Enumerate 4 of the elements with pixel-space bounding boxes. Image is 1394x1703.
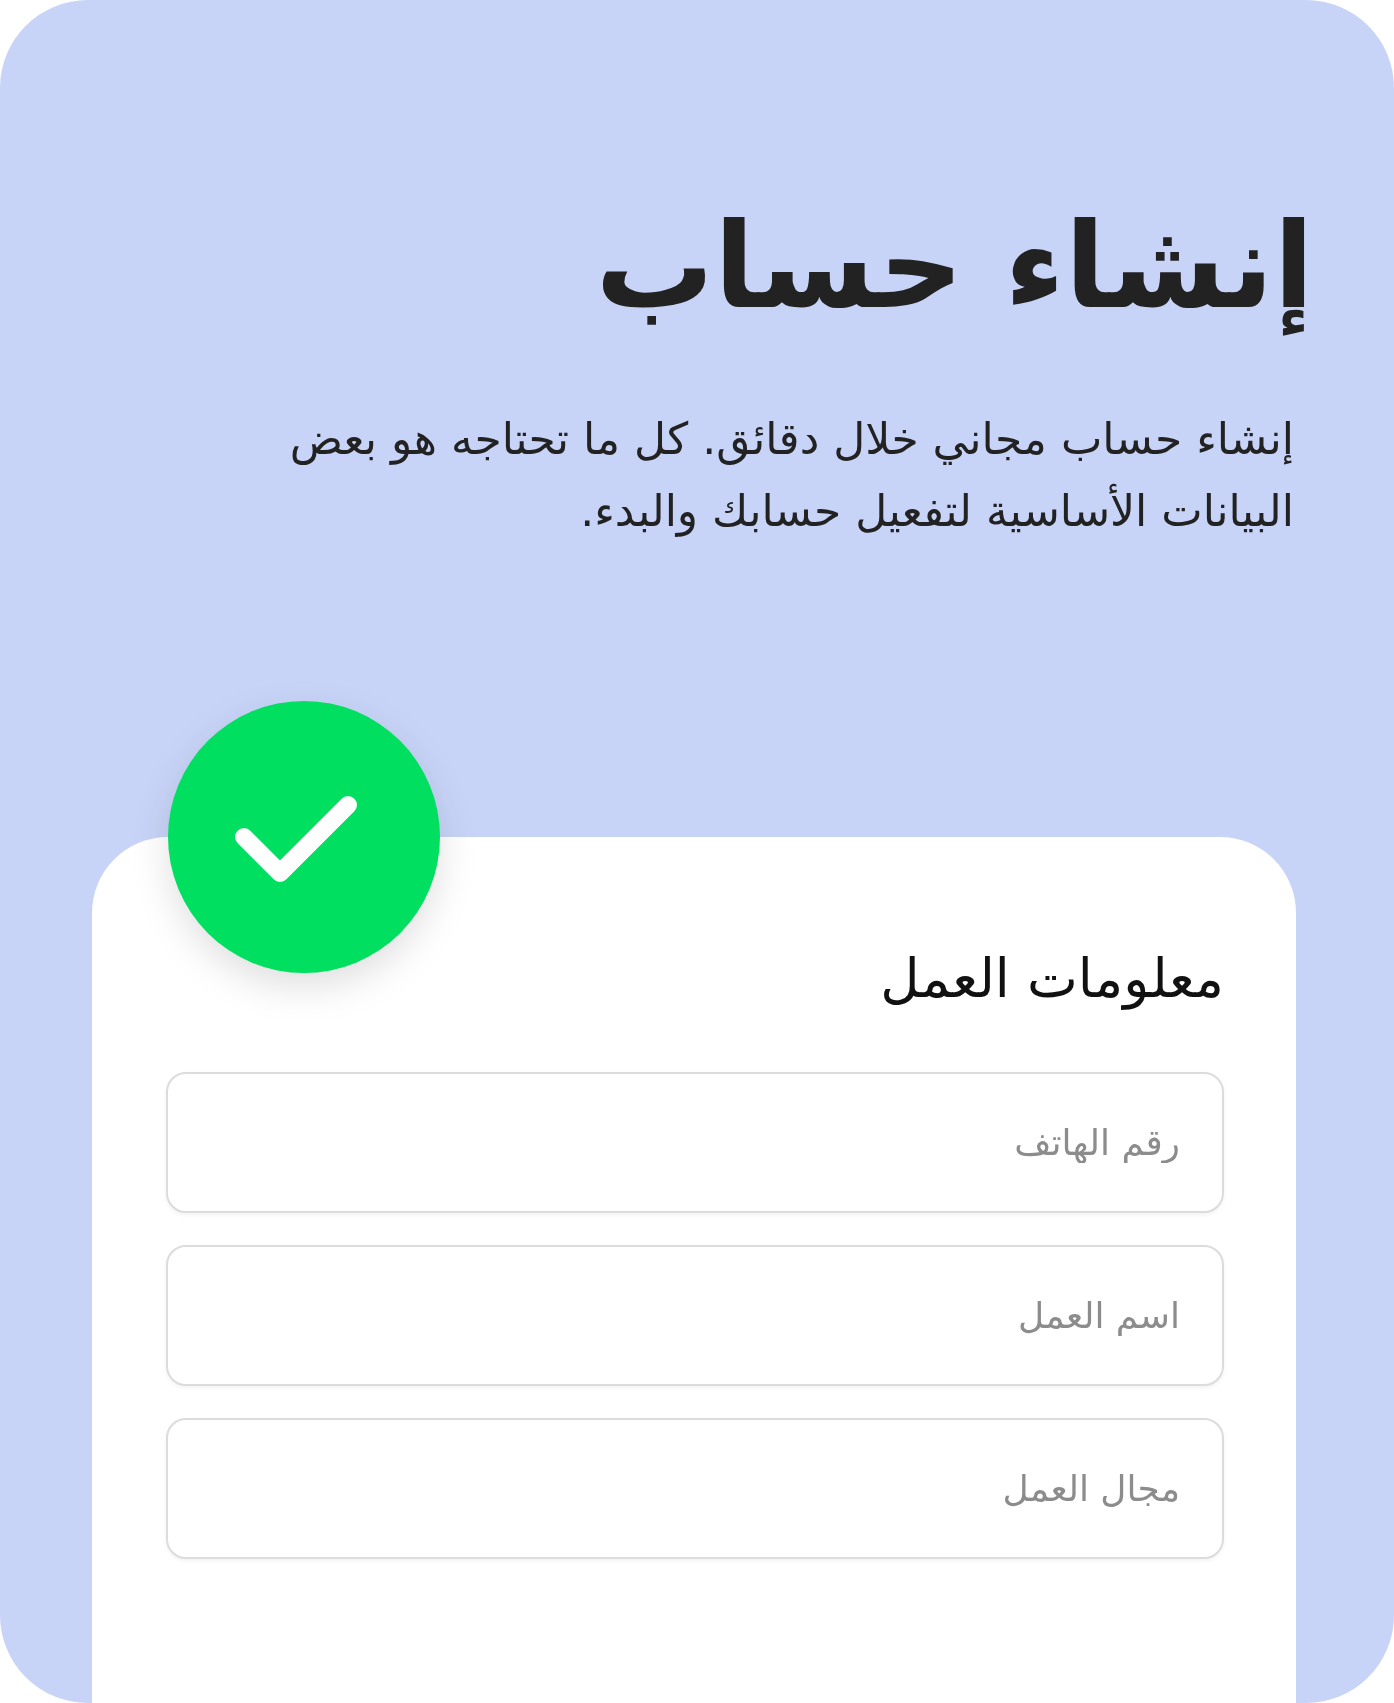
card-title: معلومات العمل (879, 947, 1224, 1013)
page-title: إنشاء حساب (595, 196, 1314, 338)
input-field[interactable]: مجال العمل (166, 1418, 1224, 1560)
page-description: إنشاء حساب مجاني خلال دقائق. كل ما تحتاجه هو بعض البيانات الأساسية لتفعيل حسابك والبدء. (288, 412, 1294, 539)
